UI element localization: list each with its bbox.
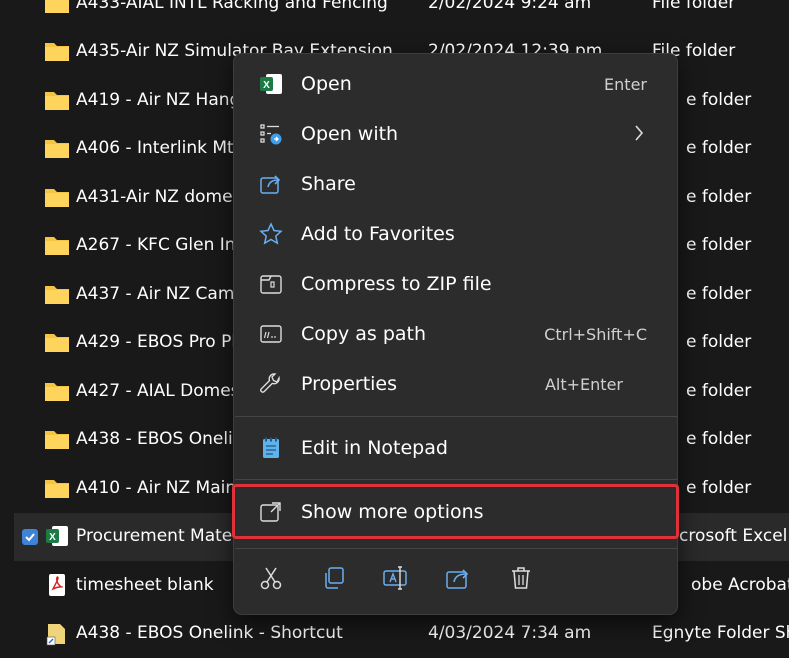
file-type: Egnyte Folder Sh — [652, 623, 789, 643]
folder-icon — [45, 43, 69, 61]
file-name: A438 - EBOS Onelink - Shortcut — [76, 623, 343, 643]
menu-item-add-to-favorites[interactable]: Add to Favorites — [242, 212, 671, 256]
file-name: A406 - Interlink Mt — [76, 138, 234, 158]
share-icon — [260, 175, 281, 194]
file-row[interactable]: A438 - EBOS Onelink - Shortcut 4/03/2024… — [14, 610, 789, 658]
menu-item-shortcut: Ctrl+Shift+C — [544, 325, 647, 344]
file-row[interactable]: A433-AIAL INTL Racking and Fencing 2/02/… — [14, 0, 789, 28]
menu-item-label: Copy as path — [301, 323, 427, 345]
menu-item-open-with[interactable]: Open with — [242, 112, 671, 156]
highlight-box — [232, 484, 679, 539]
context-menu: X Open Enter Open with Share Add to Favo… — [232, 53, 679, 615]
excel-icon: X — [260, 74, 282, 94]
file-name: A410 - Air NZ Main — [76, 478, 237, 498]
folder-icon — [45, 286, 69, 304]
wrench-icon — [260, 373, 280, 393]
folder-icon — [45, 189, 69, 207]
file-type: e folder — [686, 429, 752, 449]
star-icon — [259, 222, 283, 245]
menu-item-label: Share — [301, 173, 356, 195]
open-with-icon — [260, 124, 282, 145]
chevron-right-icon — [635, 125, 644, 141]
menu-item-label: Properties — [301, 373, 398, 395]
quick-actions-bar — [234, 554, 677, 606]
file-name: A429 - EBOS Pro Ph — [76, 332, 243, 352]
file-type: e folder — [686, 138, 752, 158]
menu-item-edit-in-notepad[interactable]: Edit in Notepad — [242, 426, 671, 470]
menu-item-copy-as-path[interactable]: Copy as path Ctrl+Shift+C — [242, 312, 671, 356]
menu-item-share[interactable]: Share — [242, 162, 671, 206]
notepad-icon — [263, 437, 279, 458]
pdf-icon — [49, 574, 65, 596]
checkbox-checked[interactable] — [22, 529, 38, 545]
file-name: A419 - Air NZ Hang — [76, 90, 241, 110]
file-name: Procurement Mate — [76, 526, 233, 546]
copy-icon[interactable] — [320, 564, 348, 592]
file-date: 4/03/2024 7:34 am — [428, 623, 592, 643]
folder-icon — [45, 140, 69, 158]
folder-icon — [45, 237, 69, 255]
file-name: A431-Air NZ dome — [76, 187, 233, 207]
excel-icon: X — [46, 526, 68, 546]
folder-icon — [45, 334, 69, 352]
menu-item-label: Add to Favorites — [301, 223, 455, 245]
rename-icon[interactable] — [382, 564, 410, 592]
svg-text:X: X — [49, 532, 56, 543]
folder-icon — [45, 431, 69, 449]
file-name: timesheet blank — [76, 575, 214, 595]
file-type: obe Acrobat D — [691, 575, 789, 595]
file-type: e folder — [686, 90, 752, 110]
file-type: e folder — [686, 478, 752, 498]
menu-item-compress-zip[interactable]: Compress to ZIP file — [242, 262, 671, 306]
file-name: A437 - Air NZ Cam — [76, 284, 235, 304]
file-name: A438 - EBOS Onelin — [76, 429, 244, 449]
folder-icon — [45, 480, 69, 498]
menu-item-shortcut: Enter — [604, 75, 647, 94]
menu-item-shortcut: Alt+Enter — [544, 375, 623, 394]
file-name: A267 - KFC Glen Inn — [76, 235, 247, 255]
folder-icon — [45, 383, 69, 401]
file-type: crosoft Excel W — [679, 526, 789, 546]
share-icon[interactable] — [444, 564, 472, 592]
zip-icon — [260, 275, 282, 294]
menu-separator — [235, 416, 678, 417]
file-name: A433-AIAL INTL Racking and Fencing — [76, 0, 388, 13]
file-date: 2/02/2024 9:24 am — [428, 0, 592, 13]
folder-icon — [45, 0, 69, 13]
file-type: e folder — [686, 332, 752, 352]
menu-item-label: Open — [301, 73, 352, 95]
menu-item-open[interactable]: X Open Enter — [242, 62, 671, 106]
menu-item-properties[interactable]: Properties Alt+Enter — [242, 362, 671, 406]
file-type: e folder — [686, 284, 752, 304]
menu-item-label: Open with — [301, 123, 399, 145]
shortcut-icon — [46, 624, 65, 646]
file-type: e folder — [686, 187, 752, 207]
svg-text:X: X — [263, 80, 270, 91]
menu-separator — [235, 479, 678, 480]
menu-item-label: Compress to ZIP file — [301, 273, 492, 295]
file-type: e folder — [686, 235, 752, 255]
folder-icon — [45, 92, 69, 110]
copy-path-icon — [260, 325, 282, 343]
delete-icon[interactable] — [507, 564, 535, 592]
menu-item-label: Edit in Notepad — [301, 437, 448, 459]
file-type: File folder — [652, 0, 736, 13]
cut-icon[interactable] — [257, 564, 285, 592]
file-name: A427 - AIAL Domes — [76, 381, 240, 401]
file-type: e folder — [686, 381, 752, 401]
menu-separator — [235, 548, 678, 549]
